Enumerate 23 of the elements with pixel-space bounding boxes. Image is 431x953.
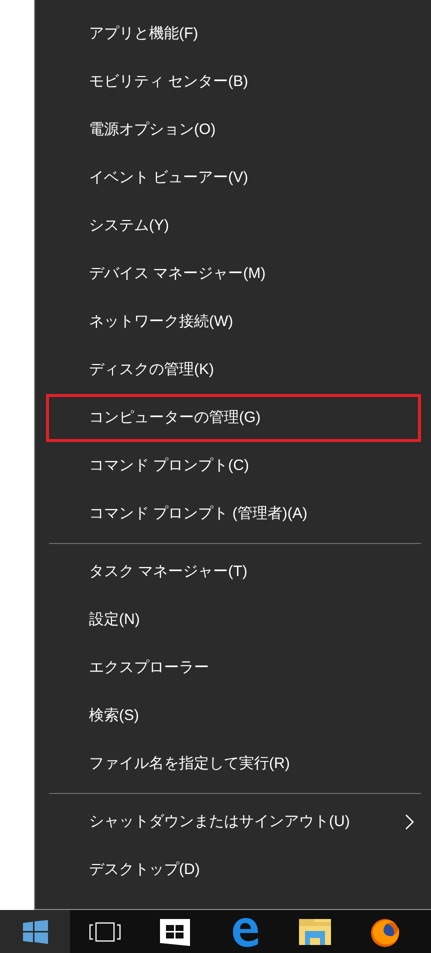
edge-browser-icon — [230, 916, 260, 946]
menu-item[interactable]: モビリティ センター(B) — [46, 58, 421, 106]
menu-item[interactable]: コマンド プロンプト (管理者)(A) — [46, 490, 421, 538]
menu-item[interactable]: デバイス マネージャー(M) — [46, 250, 421, 298]
menu-item[interactable]: エクスプローラー — [46, 644, 421, 692]
task-view-icon — [89, 922, 121, 942]
menu-item[interactable]: ファイル名を指定して実行(R) — [46, 740, 421, 788]
menu-item[interactable]: イベント ビューアー(V) — [46, 154, 421, 202]
menu-item[interactable]: 検索(S) — [46, 692, 421, 740]
menu-item[interactable]: 電源オプション(O) — [46, 106, 421, 154]
windows-logo-icon — [22, 920, 48, 944]
menu-item[interactable]: ネットワーク接続(W) — [46, 298, 421, 346]
menu-item[interactable]: ディスクの管理(K) — [46, 346, 421, 394]
shopping-bag-icon — [159, 916, 191, 946]
menu-item[interactable]: デスクトップ(D) — [46, 846, 421, 894]
menu-item[interactable]: 設定(N) — [46, 596, 421, 644]
menu-item[interactable]: シャットダウンまたはサインアウト(U) — [46, 798, 421, 846]
menu-item[interactable]: コマンド プロンプト(C) — [46, 442, 421, 490]
menu-item[interactable]: システム(Y) — [46, 202, 421, 250]
menu-item[interactable]: タスク マネージャー(T) — [46, 548, 421, 596]
folder-icon — [299, 918, 331, 944]
menu-item[interactable]: コンピューターの管理(G) — [46, 394, 421, 442]
menu-item[interactable]: アプリと機能(F) — [46, 10, 421, 58]
